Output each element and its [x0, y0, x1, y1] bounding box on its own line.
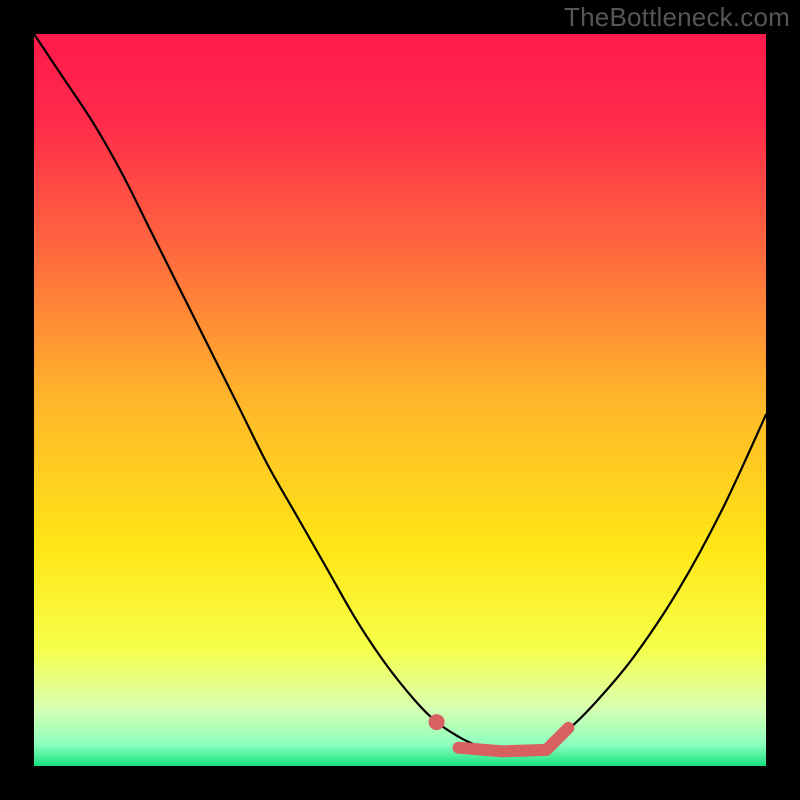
curve-layer	[34, 34, 766, 766]
marker-flat-region	[459, 728, 569, 751]
bottleneck-curve	[34, 34, 766, 752]
watermark-label: TheBottleneck.com	[564, 2, 790, 33]
marker-dot	[429, 714, 445, 730]
plot-area	[34, 34, 766, 766]
chart-frame: TheBottleneck.com	[0, 0, 800, 800]
